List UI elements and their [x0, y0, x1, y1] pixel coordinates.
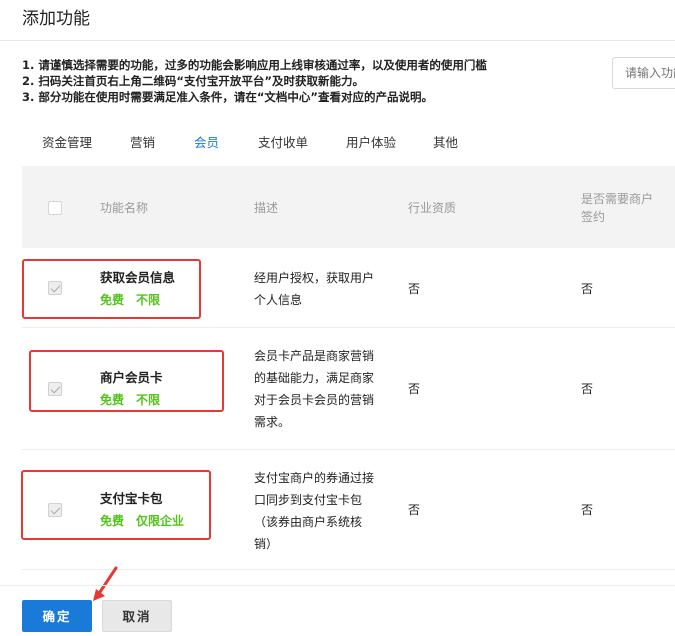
table-row[interactable]: 商户会员卡 免费 不限 会员卡产品是商家营销 的基础能力，满足商家 对于会员卡会员…: [22, 328, 675, 450]
header-name: 功能名称: [100, 201, 149, 215]
table-header: 功能名称 描述 行业资质 是否需要商户 签约: [22, 166, 675, 248]
header-sign-line1: 是否需要商户: [581, 192, 654, 206]
desc-line: 对于会员卡会员的营销: [254, 393, 375, 407]
tab-payment[interactable]: 支付收单: [258, 132, 308, 151]
qualification-value: 否: [408, 503, 421, 517]
note-2: 2. 扫码关注首页右上角二维码“支付宝开放平台”及时获取新能力。: [22, 74, 364, 88]
tab-member[interactable]: 会员: [194, 132, 219, 151]
feature-desc: 会员卡产品是商家营销 的基础能力，满足商家 对于会员卡会员的营销 需求。: [254, 345, 382, 433]
row-checkbox[interactable]: [48, 281, 62, 295]
tab-user-experience[interactable]: 用户体验: [346, 132, 396, 151]
row-checkbox[interactable]: [48, 382, 62, 396]
header-desc: 描述: [254, 201, 279, 215]
dialog-title: 添加功能: [22, 9, 90, 29]
header-qualification: 行业资质: [408, 201, 457, 215]
tab-fund-management[interactable]: 资金管理: [42, 132, 92, 151]
feature-tags: 免费 不限: [100, 289, 175, 311]
qualification-value: 否: [408, 282, 421, 296]
tab-marketing[interactable]: 营销: [130, 132, 155, 151]
sign-value: 否: [581, 382, 594, 396]
notes: 1. 请谨慎选择需要的功能，过多的功能会影响应用上线审核通过率，以及使用者的使用…: [22, 57, 487, 105]
tab-other[interactable]: 其他: [433, 132, 458, 151]
desc-line: （该券由商户系统核: [254, 515, 363, 529]
feature-name: 支付宝卡包: [100, 491, 163, 506]
search-input[interactable]: [612, 57, 675, 89]
tag-free: 免费: [100, 293, 125, 307]
cancel-button[interactable]: 取消: [102, 600, 172, 632]
table-row[interactable]: 获取会员信息 免费 不限 经用户授权，获取用户 个人信息 否 否: [22, 248, 675, 328]
qualification-value: 否: [408, 382, 421, 396]
desc-line: 销）: [254, 537, 279, 551]
feature-cell: 获取会员信息 免费 不限: [100, 267, 175, 311]
footer-divider: [0, 585, 675, 586]
table-row[interactable]: 支付宝卡包 免费 仅限企业 支付宝商户的券通过接 口同步到支付宝卡包 （该券由商户…: [22, 450, 675, 570]
desc-line: 需求。: [254, 415, 291, 429]
feature-desc: 支付宝商户的券通过接 口同步到支付宝卡包 （该券由商户系统核 销）: [254, 467, 382, 555]
tag-scope: 仅限企业: [136, 514, 185, 528]
row-checkbox[interactable]: [48, 503, 62, 517]
select-all-checkbox[interactable]: [48, 201, 62, 215]
feature-tags: 免费 仅限企业: [100, 510, 196, 532]
desc-line: 的基础能力，满足商家: [254, 371, 375, 385]
tag-free: 免费: [100, 514, 125, 528]
feature-tags: 免费 不限: [100, 389, 172, 411]
sign-value: 否: [581, 503, 594, 517]
confirm-button[interactable]: 确定: [22, 600, 92, 632]
header-sign-line2: 签约: [581, 210, 606, 224]
feature-name: 商户会员卡: [100, 370, 163, 385]
header-sign: 是否需要商户 签约: [581, 190, 653, 226]
desc-line: 会员卡产品是商家营销: [254, 349, 375, 363]
sign-value: 否: [581, 282, 594, 296]
feature-cell: 支付宝卡包 免费 仅限企业: [100, 488, 196, 532]
desc-line: 口同步到支付宝卡包: [254, 493, 363, 507]
feature-desc: 经用户授权，获取用户 个人信息: [254, 267, 382, 311]
desc-line: 支付宝商户的券通过接: [254, 471, 375, 485]
tag-free: 免费: [100, 393, 125, 407]
feature-cell: 商户会员卡 免费 不限: [100, 367, 172, 411]
note-1: 1. 请谨慎选择需要的功能，过多的功能会影响应用上线审核通过率，以及使用者的使用…: [22, 58, 487, 72]
desc-line: 经用户授权，获取用户: [254, 271, 375, 285]
title-divider: [0, 40, 675, 41]
desc-line: 个人信息: [254, 293, 303, 307]
tag-scope: 不限: [136, 293, 161, 307]
tag-scope: 不限: [136, 393, 161, 407]
note-3: 3. 部分功能在使用时需要满足准入条件，请在“文档中心”查看对应的产品说明。: [22, 90, 433, 104]
feature-name: 获取会员信息: [100, 270, 176, 285]
